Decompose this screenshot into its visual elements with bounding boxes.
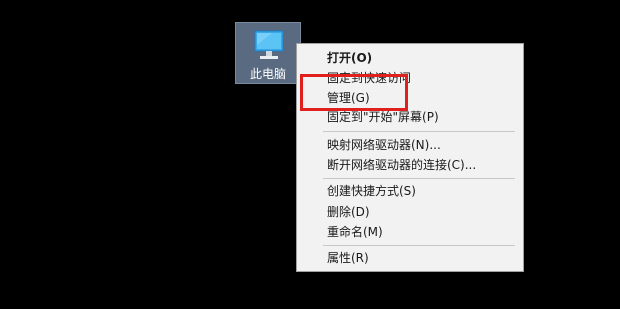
menu-item-rename[interactable]: 重命名(M) [327, 222, 383, 242]
computer-monitor-icon [254, 30, 284, 59]
this-pc-desktop-icon[interactable]: 此电脑 [235, 22, 301, 84]
menu-item-create-shortcut[interactable]: 创建快捷方式(S) [327, 181, 416, 201]
menu-separator [323, 245, 515, 246]
menu-item-properties[interactable]: 属性(R) [327, 248, 369, 268]
menu-item-disconnect-network-drive[interactable]: 断开网络驱动器的连接(C)... [327, 155, 476, 175]
red-highlight-box [300, 74, 408, 111]
desktop: 此电脑 打开(O) 固定到快速访问 管理(G) 固定到"开始"屏幕(P) 映射网… [0, 0, 620, 309]
menu-item-delete[interactable]: 删除(D) [327, 202, 370, 222]
menu-item-open[interactable]: 打开(O) [327, 48, 372, 68]
this-pc-label: 此电脑 [249, 67, 286, 81]
menu-item-map-network-drive[interactable]: 映射网络驱动器(N)... [327, 135, 441, 155]
menu-separator [323, 178, 515, 179]
menu-separator [323, 131, 515, 132]
